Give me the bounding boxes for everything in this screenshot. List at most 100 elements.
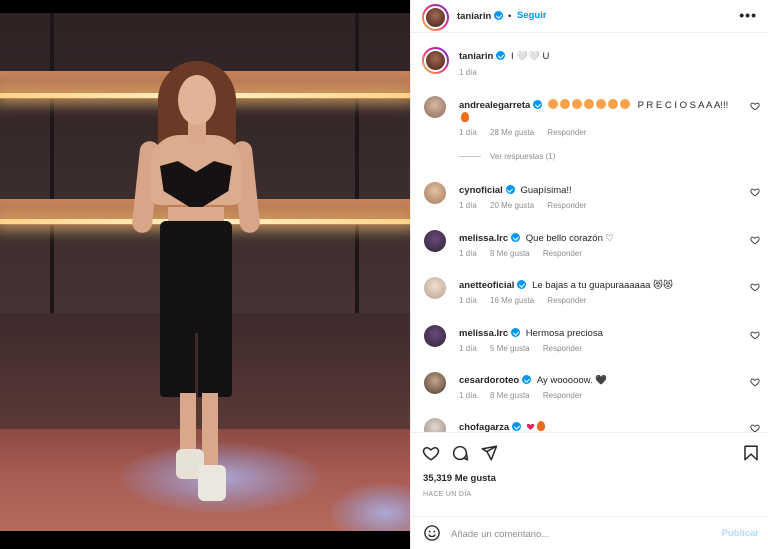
commenter-avatar[interactable]	[424, 96, 446, 118]
verified-icon	[511, 233, 521, 242]
comment-line: cesardoroteo Ay wooooow. 🖤	[459, 375, 739, 387]
follow-button[interactable]: Seguir	[517, 10, 547, 21]
comment: melissa.lrc Que bello corazón ♡ 1 día 8 …	[411, 228, 768, 276]
comment: anetteoficial Le bajas a tu guapuraaaaaa…	[411, 275, 768, 323]
author-avatar[interactable]	[422, 4, 449, 31]
share-icon[interactable]	[480, 444, 498, 462]
comment-meta: 1 día 8 Me gusta Responder	[459, 391, 593, 400]
comment-likes[interactable]: 20 Me gusta	[490, 201, 534, 210]
comment-line: andrealegarreta P R E C I O S A A A!!!	[459, 99, 739, 125]
verified-icon	[517, 280, 527, 289]
comment-username[interactable]: chofagarza	[459, 422, 509, 432]
reply-button[interactable]: Responder	[547, 201, 586, 210]
view-replies-button[interactable]: Ver respuestas (1)	[459, 152, 555, 161]
comment-text: Hermosa preciosa	[525, 328, 603, 339]
comment-meta: 1 día 16 Me gusta Responder	[459, 296, 597, 305]
comment-meta: 1 día 20 Me gusta Responder	[459, 201, 597, 210]
view-replies-label: Ver respuestas (1)	[490, 152, 556, 161]
publish-button[interactable]: Publicar	[722, 528, 760, 539]
comment-time: 1 día	[459, 201, 477, 210]
comment-text: Guapísima!!	[520, 185, 572, 196]
bookmark-icon[interactable]	[742, 444, 760, 462]
comment-text: Ay wooooow. 🖤	[536, 375, 608, 386]
like-comment-heart-icon[interactable]	[750, 423, 760, 432]
comment-username[interactable]: cesardoroteo	[459, 375, 519, 386]
add-comment-bar: Publicar	[411, 516, 768, 549]
comment-icon[interactable]	[451, 444, 469, 462]
comment: andrealegarreta P R E C I O S A A A!!! 1…	[411, 94, 768, 142]
post-header: taniarin • Seguir •••	[411, 0, 768, 33]
comment-time: 1 día	[459, 128, 477, 137]
like-comment-heart-icon[interactable]	[750, 235, 760, 245]
comment-line: cynoficial Guapísima!!	[459, 185, 739, 197]
comment-likes[interactable]: 16 Me gusta	[490, 296, 534, 305]
commenter-avatar[interactable]	[424, 418, 446, 432]
fire-emoji	[536, 421, 545, 431]
person-face	[178, 75, 216, 125]
reply-button[interactable]: Responder	[543, 249, 582, 258]
separator-dot: •	[508, 11, 512, 22]
reply-button[interactable]: Responder	[543, 344, 582, 353]
caption-text: I 🤍🤍 U	[510, 51, 550, 62]
like-comment-heart-icon[interactable]	[750, 187, 760, 197]
comment-time: 1 día	[459, 296, 477, 305]
reply-button[interactable]: Responder	[543, 391, 582, 400]
comment-username[interactable]: anetteoficial	[459, 280, 514, 291]
wall-post	[355, 13, 359, 313]
comment-line: melissa.lrc Hermosa preciosa	[459, 328, 739, 340]
like-comment-heart-icon[interactable]	[750, 377, 760, 387]
verified-icon	[494, 11, 504, 20]
comment-text: Le bajas a tu guapuraaaaaa 😻😻	[532, 280, 673, 291]
comment-username[interactable]: melissa.lrc	[459, 233, 508, 244]
comments-list[interactable]: taniarin I 🤍🤍 U 1 día andrealegarreta P …	[411, 34, 768, 432]
like-comment-heart-icon[interactable]	[750, 330, 760, 340]
comment-time: 1 día	[459, 344, 477, 353]
wall-post	[50, 13, 54, 313]
verified-icon	[533, 100, 543, 109]
comment-text: Que bello corazón ♡	[525, 233, 615, 244]
fire-emoji	[461, 112, 469, 122]
commenter-avatar[interactable]	[424, 325, 446, 347]
comment-meta: 1 día 8 Me gusta Responder	[459, 249, 593, 258]
post-photo[interactable]	[0, 0, 410, 549]
reply-button[interactable]: Responder	[547, 128, 586, 137]
heart-icon[interactable]	[422, 444, 440, 462]
caption-username[interactable]: taniarin	[459, 51, 493, 62]
author-name-wrap: taniarin	[457, 11, 504, 22]
like-comment-heart-icon[interactable]	[750, 282, 760, 292]
verified-icon	[496, 51, 506, 60]
comment-username[interactable]: andrealegarreta	[459, 100, 530, 111]
comment-likes[interactable]: 8 Me gusta	[490, 391, 530, 400]
more-icon[interactable]: •••	[739, 7, 757, 23]
commenter-avatar[interactable]	[424, 277, 446, 299]
comment-meta: 1 día 5 Me gusta Responder	[459, 344, 593, 353]
post-actions: 35,319 Me gusta HACE UN DÍA	[411, 432, 768, 516]
comment-line: anetteoficial Le bajas a tu guapuraaaaaa…	[459, 280, 739, 292]
caption-avatar[interactable]	[422, 47, 449, 74]
comment-likes[interactable]: 28 Me gusta	[490, 128, 534, 137]
heart-eyes-emoji-row	[547, 99, 632, 111]
comment-likes[interactable]: 8 Me gusta	[490, 249, 530, 258]
commenter-avatar[interactable]	[424, 230, 446, 252]
likes-count[interactable]: 35,319 Me gusta	[423, 473, 496, 484]
comment-input[interactable]	[451, 526, 691, 542]
platform-shoe	[198, 465, 226, 501]
comment: chofagarza	[411, 416, 768, 432]
commenter-avatar[interactable]	[424, 372, 446, 394]
reply-button[interactable]: Responder	[547, 296, 586, 305]
smile-icon[interactable]	[423, 524, 441, 542]
comment-username[interactable]: melissa.lrc	[459, 328, 508, 339]
comment-username[interactable]: cynoficial	[459, 185, 503, 196]
verified-icon	[522, 375, 532, 384]
comment: cesardoroteo Ay wooooow. 🖤 1 día 8 Me gu…	[411, 370, 768, 418]
post-timestamp: HACE UN DÍA	[423, 491, 472, 498]
comment-likes[interactable]: 5 Me gusta	[490, 344, 530, 353]
comment: cynoficial Guapísima!! 1 día 20 Me gusta…	[411, 180, 768, 228]
author-username[interactable]: taniarin	[457, 11, 491, 22]
like-comment-heart-icon[interactable]	[750, 101, 760, 111]
verified-icon	[511, 328, 521, 337]
commenter-avatar[interactable]	[424, 182, 446, 204]
verified-icon	[512, 422, 522, 431]
comment-text: P R E C I O S A A A!!!	[637, 100, 729, 111]
verified-icon	[505, 185, 515, 194]
